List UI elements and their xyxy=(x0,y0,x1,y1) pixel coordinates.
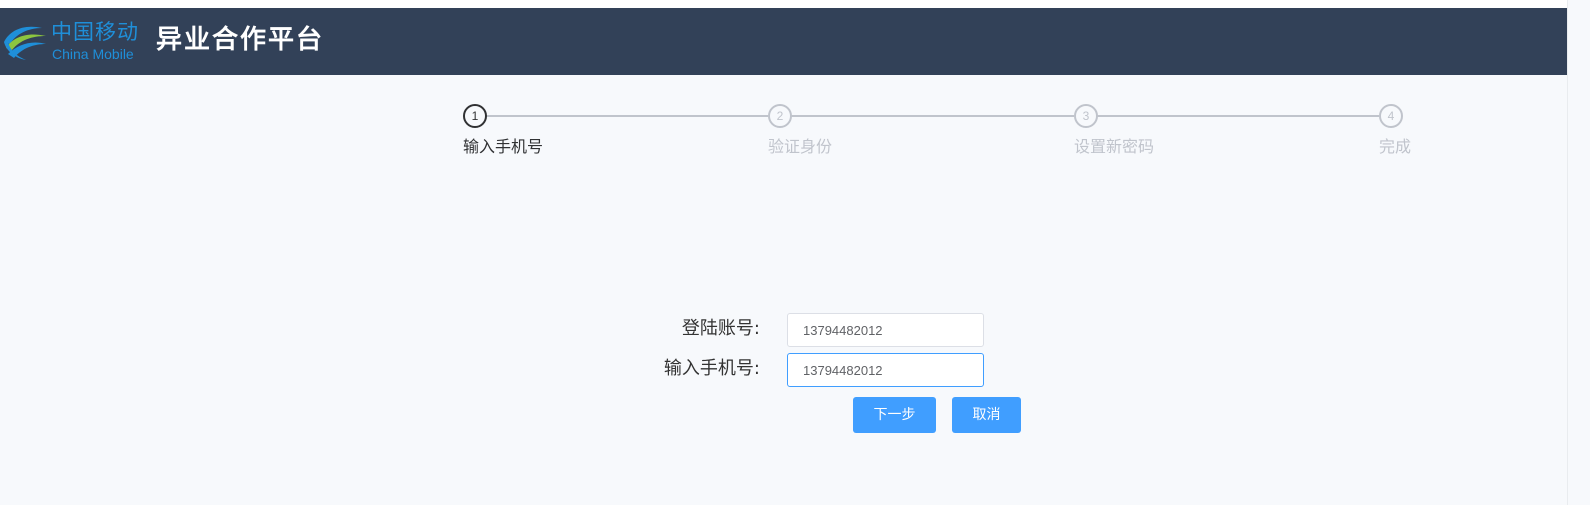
account-input[interactable] xyxy=(787,313,984,347)
step-number: 2 xyxy=(768,104,792,128)
password-reset-stepper: 1 输入手机号 2 验证身份 3 设置新密码 4 完成 xyxy=(463,104,1423,164)
step-connector xyxy=(1096,115,1379,117)
next-step-button[interactable]: 下一步 xyxy=(853,397,936,433)
phone-input[interactable] xyxy=(787,353,984,387)
step-2: 2 验证身份 xyxy=(768,104,832,156)
platform-title: 异业合作平台 xyxy=(156,25,325,55)
step-label: 设置新密码 xyxy=(1074,137,1155,156)
china-mobile-logo-icon xyxy=(4,26,46,60)
step-number: 4 xyxy=(1379,104,1403,128)
app-header: 中国移动 China Mobile 异业合作平台 xyxy=(0,8,1590,75)
step-label: 验证身份 xyxy=(768,137,833,156)
step-connector xyxy=(485,115,768,117)
step-1: 1 输入手机号 xyxy=(463,104,543,156)
step-label: 输入手机号 xyxy=(463,137,544,156)
logo-text-en: China Mobile xyxy=(52,46,134,62)
phone-row: 输入手机号: xyxy=(560,353,760,387)
logo-text-cn: 中国移动 xyxy=(51,20,139,44)
step-3: 3 设置新密码 xyxy=(1074,104,1154,156)
step-4: 4 完成 xyxy=(1379,104,1411,156)
step-label: 完成 xyxy=(1379,137,1412,156)
step-number: 3 xyxy=(1074,104,1098,128)
page-scrollbar[interactable] xyxy=(1567,0,1590,505)
china-mobile-logo[interactable]: 中国移动 China Mobile xyxy=(0,18,140,68)
account-label: 登陆账号: xyxy=(681,318,760,339)
cancel-button[interactable]: 取消 xyxy=(952,397,1021,433)
step-connector xyxy=(790,115,1074,117)
step-number: 1 xyxy=(463,104,487,128)
phone-label: 输入手机号: xyxy=(663,358,760,379)
account-row: 登陆账号: xyxy=(560,313,760,347)
